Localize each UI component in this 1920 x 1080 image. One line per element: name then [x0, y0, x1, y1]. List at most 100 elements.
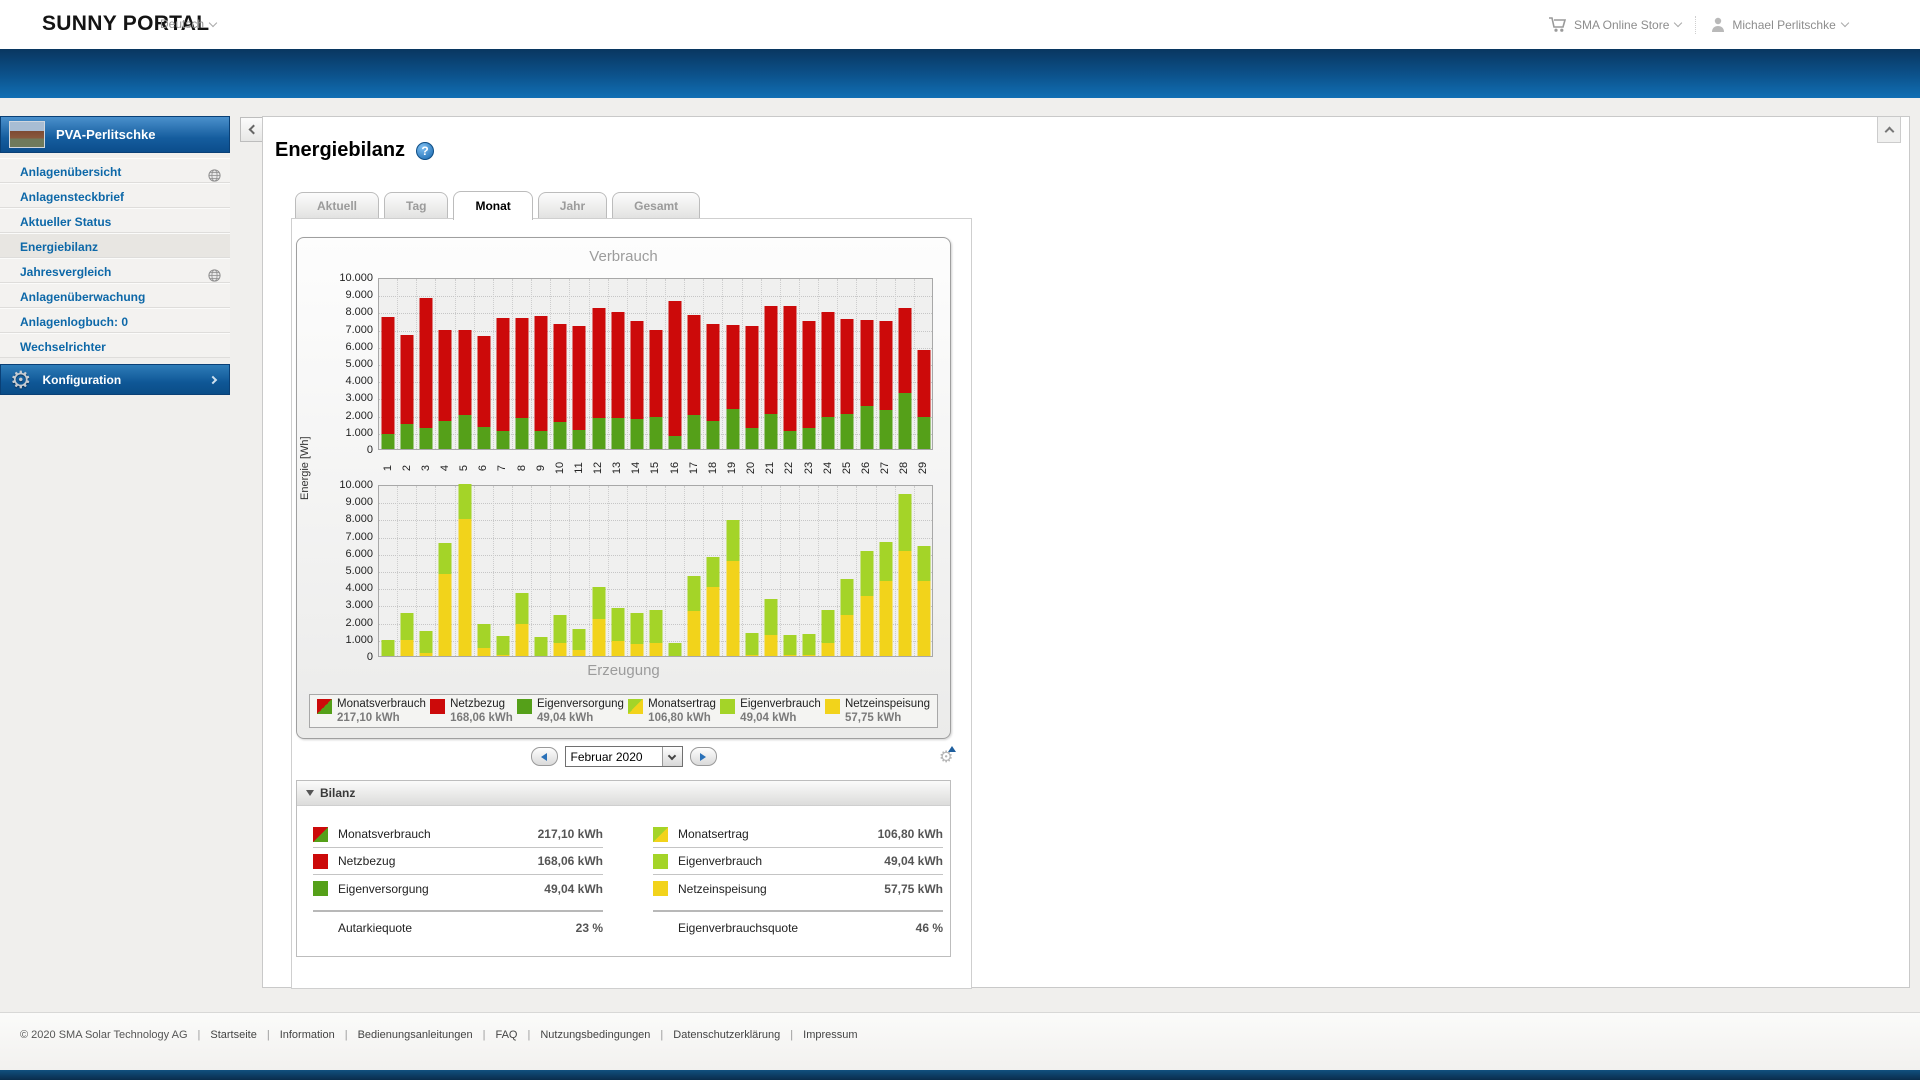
tab-gesamt[interactable]: Gesamt [612, 192, 700, 218]
help-icon[interactable]: ? [416, 142, 434, 160]
bilanz-header[interactable]: Bilanz [297, 781, 950, 806]
bar-day-28[interactable] [898, 308, 911, 449]
bar-day-12[interactable] [592, 587, 605, 656]
bar-segment-netzeinspeisung [918, 581, 931, 656]
bar-day-5[interactable] [458, 484, 471, 656]
bar-slot [819, 279, 838, 449]
footer-link-bedienungsanleitungen[interactable]: Bedienungsanleitungen [358, 1029, 473, 1041]
bar-day-11[interactable] [573, 326, 586, 449]
sidebar-item-anlagenübersicht[interactable]: Anlagenübersicht [0, 158, 230, 183]
bar-day-9[interactable] [535, 316, 548, 449]
tab-tag[interactable]: Tag [384, 192, 448, 218]
bar-day-22[interactable] [783, 635, 796, 656]
bar-day-18[interactable] [707, 324, 720, 449]
bar-day-2[interactable] [401, 613, 414, 656]
bar-day-18[interactable] [707, 557, 720, 656]
tab-jahr[interactable]: Jahr [538, 192, 607, 218]
language-selector[interactable]: Deutsch [160, 17, 216, 31]
y-tick-label: 9.000 [311, 496, 373, 508]
bar-day-21[interactable] [764, 599, 777, 656]
bar-day-11[interactable] [573, 629, 586, 656]
footer-link-faq[interactable]: FAQ [495, 1029, 517, 1041]
bar-day-8[interactable] [516, 593, 529, 656]
bar-day-28[interactable] [898, 494, 911, 656]
bar-day-13[interactable] [611, 312, 624, 449]
sidebar-item-anlagenlogbuch-0[interactable]: Anlagenlogbuch: 0 [0, 308, 230, 333]
plant-header[interactable]: PVA-Perlitschke [0, 116, 230, 153]
bar-day-26[interactable] [860, 320, 873, 449]
bar-day-17[interactable] [688, 315, 701, 449]
bar-day-10[interactable] [554, 615, 567, 656]
bar-day-7[interactable] [496, 318, 509, 449]
bar-day-21[interactable] [764, 306, 777, 449]
bar-day-16[interactable] [669, 643, 682, 656]
bar-day-12[interactable] [592, 308, 605, 449]
previous-month-button[interactable] [531, 747, 558, 766]
bar-day-4[interactable] [439, 543, 452, 656]
bar-day-23[interactable] [803, 321, 816, 449]
bar-segment-netzeinspeisung [458, 519, 471, 656]
sidebar-item-energiebilanz[interactable]: Energiebilanz [0, 233, 230, 258]
bar-segment-eigenversorgung [477, 427, 490, 449]
bar-day-29[interactable] [918, 350, 931, 449]
bar-day-1[interactable] [382, 317, 395, 449]
bar-slot [379, 486, 398, 656]
footer-link-impressum[interactable]: Impressum [803, 1029, 857, 1041]
bar-day-24[interactable] [822, 610, 835, 656]
bilanz-quote-value: 23 % [576, 921, 603, 935]
footer-link-datenschutzerklärung[interactable]: Datenschutzerklärung [673, 1029, 780, 1041]
bar-day-25[interactable] [841, 319, 854, 449]
bar-day-14[interactable] [630, 321, 643, 449]
next-month-button[interactable] [690, 747, 717, 766]
sidebar-item-anlagensteckbrief[interactable]: Anlagensteckbrief [0, 183, 230, 208]
sidebar-item-jahresvergleich[interactable]: Jahresvergleich [0, 258, 230, 283]
sidebar-item-label: Anlagenübersicht [20, 165, 121, 179]
bar-day-25[interactable] [841, 579, 854, 656]
bar-day-3[interactable] [420, 298, 433, 449]
bar-day-15[interactable] [649, 330, 662, 449]
bar-day-29[interactable] [918, 546, 931, 656]
chart-settings-button[interactable]: ⚙ [939, 749, 953, 767]
bar-day-6[interactable] [477, 624, 490, 656]
footer-link-nutzungsbedingungen[interactable]: Nutzungsbedingungen [540, 1029, 650, 1041]
month-select[interactable]: Februar 2020 [565, 746, 683, 767]
select-dropdown-button[interactable] [662, 747, 682, 766]
bar-day-4[interactable] [439, 330, 452, 449]
bar-day-13[interactable] [611, 608, 624, 656]
bar-day-17[interactable] [688, 576, 701, 656]
bar-day-20[interactable] [745, 633, 758, 656]
bar-day-19[interactable] [726, 520, 739, 656]
tab-aktuell[interactable]: Aktuell [295, 192, 379, 218]
sidebar-item-konfiguration[interactable]: ⚙ Konfiguration [0, 364, 230, 395]
user-menu[interactable]: Michael Perlitschke [1710, 16, 1847, 33]
bar-day-26[interactable] [860, 551, 873, 656]
sidebar-item-wechselrichter[interactable]: Wechselrichter [0, 333, 230, 358]
bar-day-1[interactable] [382, 640, 395, 656]
footer-link-information[interactable]: Information [280, 1029, 335, 1041]
collapse-sidebar-button[interactable] [240, 117, 263, 142]
bar-day-27[interactable] [879, 321, 892, 449]
bar-day-20[interactable] [745, 326, 758, 449]
bar-day-8[interactable] [516, 318, 529, 449]
bar-day-19[interactable] [726, 325, 739, 449]
bar-day-3[interactable] [420, 631, 433, 656]
bar-day-15[interactable] [649, 610, 662, 656]
bar-day-5[interactable] [458, 330, 471, 449]
bar-day-23[interactable] [803, 634, 816, 656]
tab-monat[interactable]: Monat [453, 191, 532, 220]
bar-day-14[interactable] [630, 613, 643, 656]
bar-day-10[interactable] [554, 324, 567, 449]
sidebar-item-anlagenüberwachung[interactable]: Anlagenüberwachung [0, 283, 230, 308]
store-menu[interactable]: SMA Online Store [1548, 16, 1681, 33]
bar-day-24[interactable] [822, 312, 835, 449]
bar-day-27[interactable] [879, 542, 892, 656]
footer-link-startseite[interactable]: Startseite [210, 1029, 256, 1041]
bar-day-7[interactable] [496, 636, 509, 656]
bar-day-16[interactable] [669, 301, 682, 449]
scroll-top-button[interactable] [1877, 117, 1901, 143]
bar-day-6[interactable] [477, 336, 490, 449]
bar-day-22[interactable] [783, 306, 796, 449]
sidebar-item-aktueller-status[interactable]: Aktueller Status [0, 208, 230, 233]
bar-day-2[interactable] [401, 335, 414, 449]
bar-day-9[interactable] [535, 637, 548, 656]
